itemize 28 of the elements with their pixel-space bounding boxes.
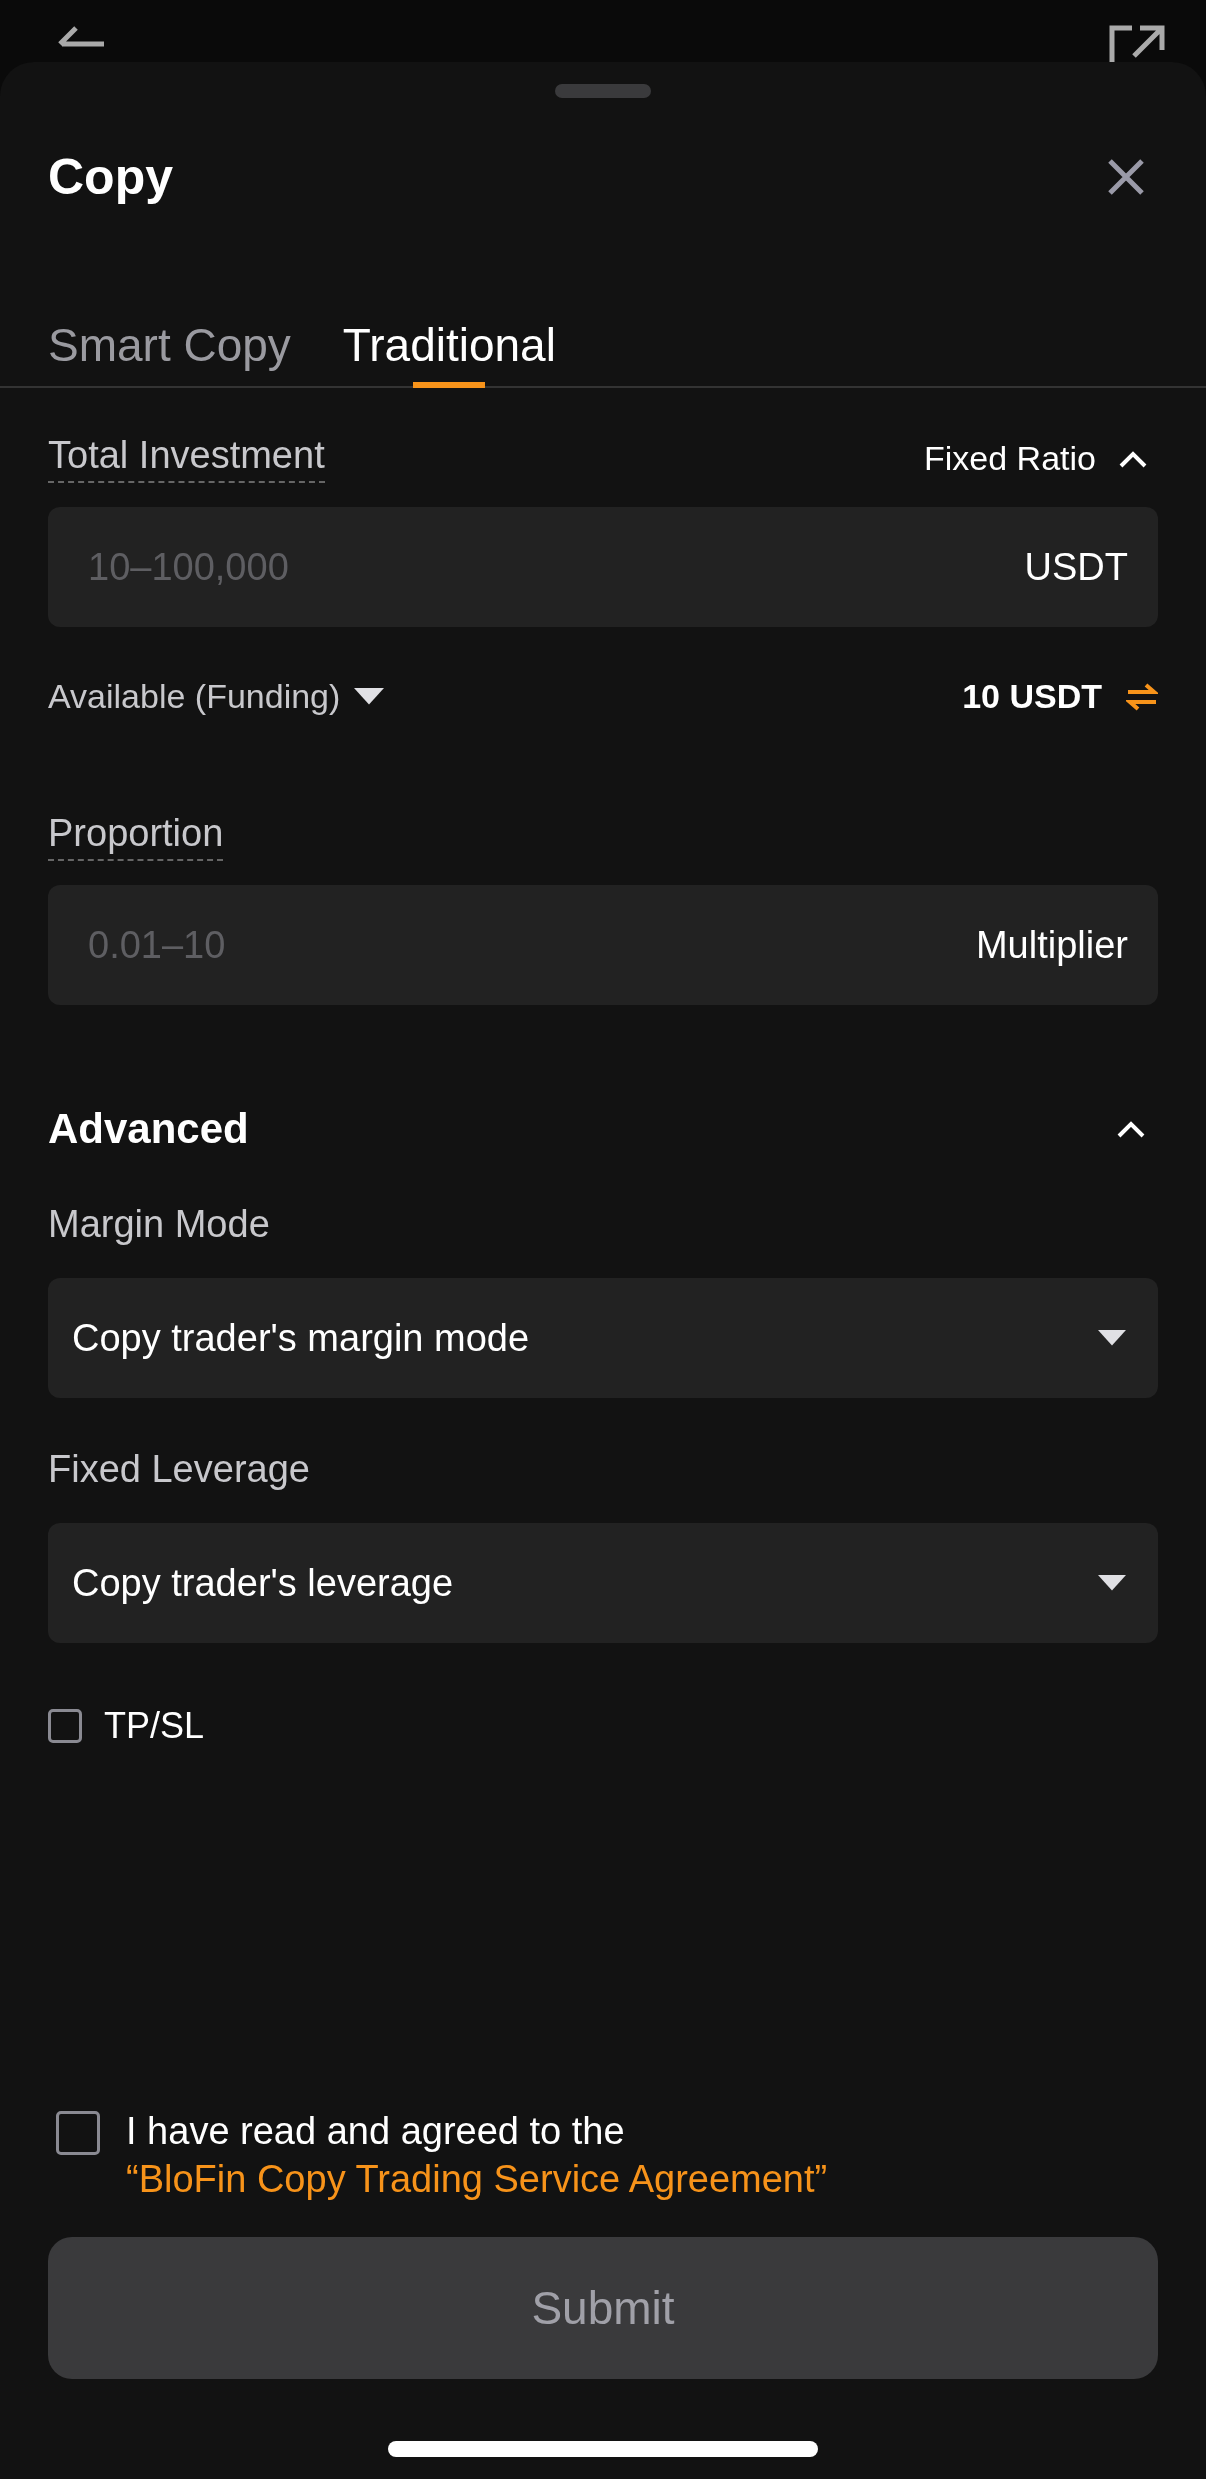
checkbox[interactable] <box>56 2111 100 2155</box>
caret-down-icon <box>354 688 385 705</box>
unit-label: Multiplier <box>975 923 1128 967</box>
unit-label: USDT <box>1024 545 1128 589</box>
balance-value: 10 USDT <box>962 677 1102 716</box>
sheet-title: Copy <box>48 148 173 206</box>
transfer-icon[interactable] <box>1126 681 1158 712</box>
mode-toggle[interactable]: Fixed Ratio <box>924 439 1158 478</box>
checkbox-label: TP/SL <box>104 1705 205 1747</box>
chevron-up-icon <box>1118 449 1148 468</box>
drag-handle[interactable] <box>555 84 651 98</box>
dropdown-select[interactable]: Copy trader's leverage <box>48 1523 1158 1643</box>
account-dropdown[interactable]: Available (Funding) <box>48 677 385 716</box>
tab[interactable]: Traditional <box>342 318 556 386</box>
caret-down-icon <box>1098 1575 1126 1591</box>
field-label: Fixed Leverage <box>48 1448 311 1491</box>
field-label: Proportion <box>48 812 224 861</box>
close-icon[interactable] <box>1106 157 1146 197</box>
caret-down-icon <box>1098 1330 1126 1346</box>
agreement-link[interactable]: “BloFin Copy Trading Service Agreement” <box>126 2158 828 2200</box>
section-title: Advanced <box>48 1105 249 1153</box>
chevron-up-icon <box>1116 1120 1146 1138</box>
agreement-text: I have read and agreed to the “BloFin Copy Trading Service Agreement” <box>126 2109 829 2202</box>
field-label: Total Investment <box>48 434 325 483</box>
tab[interactable]: Smart Copy <box>48 318 291 386</box>
checkbox[interactable] <box>48 1709 82 1743</box>
field-label: Margin Mode <box>48 1203 271 1246</box>
dropdown-select[interactable]: Copy trader's margin mode <box>48 1278 1158 1398</box>
